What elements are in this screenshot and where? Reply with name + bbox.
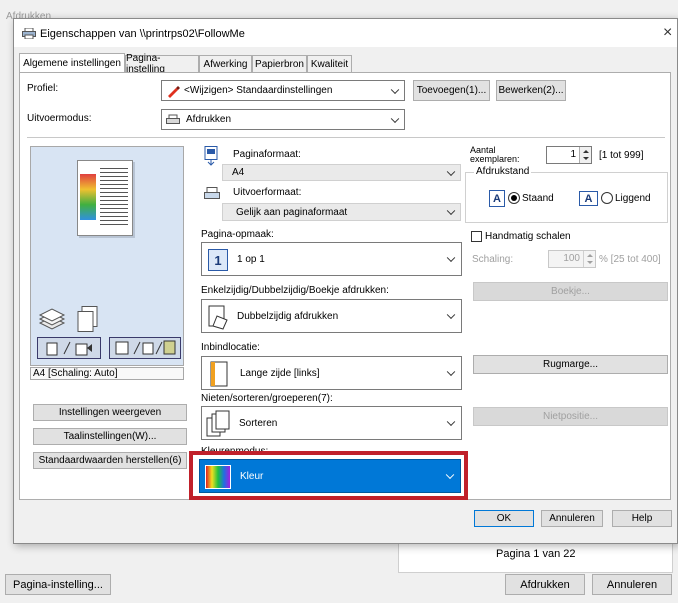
gutter-button[interactable]: Rugmarge...	[473, 355, 668, 374]
collate-value: Sorteren	[239, 418, 278, 429]
chevron-down-icon	[446, 310, 456, 320]
manual-scale-label: Handmatig schalen	[485, 231, 571, 242]
scaling-spin-buttons[interactable]	[583, 251, 595, 267]
booklet-button[interactable]: Boekje...	[473, 282, 668, 301]
profile-label: Profiel:	[27, 83, 59, 94]
pencil-icon	[166, 84, 180, 98]
landscape-radio[interactable]	[601, 192, 613, 204]
output-size-icon	[204, 187, 220, 201]
output-method-value: Afdrukken	[186, 114, 232, 125]
tab-general[interactable]: Algemene instellingen	[19, 53, 125, 72]
duplex-value: Dubbelzijdig afdrukken	[237, 311, 339, 322]
cancel-button[interactable]: Annuleren	[541, 510, 603, 527]
binding-value: Lange zijde [links]	[240, 368, 320, 379]
copies-spin-buttons[interactable]	[579, 147, 591, 163]
printer-icon	[22, 27, 36, 40]
tab-quality[interactable]: Kwaliteit	[307, 55, 352, 72]
tab-paper-source[interactable]: Papierbron	[252, 55, 307, 72]
profile-value: <Wijzigen> Standaardinstellingen	[184, 85, 333, 96]
staple-position-button[interactable]: Nietpositie...	[473, 407, 668, 426]
collate-combo[interactable]: Sorteren	[201, 406, 462, 440]
output-method-combo[interactable]: Afdrukken	[161, 109, 405, 130]
page-layout-combo[interactable]: 1 1 op 1	[201, 242, 462, 276]
restore-defaults-button[interactable]: Standaardwaarden herstellen(6)	[33, 452, 187, 469]
copies-label: Aantal exemplaren:	[470, 145, 520, 164]
orientation-group-label: Afdrukstand	[474, 166, 532, 177]
duplex-icon	[207, 304, 229, 330]
add-profile-button[interactable]: Toevoegen(1)...	[413, 80, 490, 101]
output-size-label: Uitvoerformaat:	[233, 187, 302, 198]
scaling-label: Schaling:	[472, 254, 514, 265]
output-size-value: Gelijk aan paginaformaat	[236, 206, 348, 218]
paper-stack-icon	[38, 303, 66, 333]
portrait-radio[interactable]	[508, 192, 520, 204]
color-mode-value: Kleur	[240, 471, 264, 482]
separator	[27, 137, 665, 138]
collate-icon	[206, 410, 230, 438]
page-layout-label: Pagina-opmaak:	[201, 229, 274, 240]
binding-label: Inbindlocatie:	[201, 342, 260, 353]
scaling-value: 100	[563, 253, 580, 264]
duplex-label: Enkelzijdig/Dubbelzijdig/Boekje afdrukke…	[201, 285, 389, 296]
chevron-down-icon	[446, 206, 456, 216]
binding-icon	[210, 361, 228, 387]
chevron-down-icon	[445, 470, 455, 480]
duplex-layout-button-2[interactable]	[109, 337, 181, 359]
page-layout-value: 1 op 1	[237, 254, 265, 265]
chevron-down-icon	[446, 367, 456, 377]
page-size-icon	[204, 146, 218, 166]
landscape-icon: A	[579, 191, 598, 206]
scaling-spinner[interactable]: 100	[548, 250, 596, 268]
preview-status: A4 [Schaling: Auto]	[30, 367, 184, 380]
color-mode-combo[interactable]: Kleur	[199, 459, 461, 493]
portrait-label: Staand	[522, 193, 554, 204]
binding-combo[interactable]: Lange zijde [links]	[201, 356, 462, 390]
chevron-down-icon	[446, 167, 456, 176]
landscape-label: Liggend	[615, 193, 651, 204]
tab-finishing[interactable]: Afwerking	[199, 55, 252, 72]
help-button[interactable]: Help	[612, 510, 672, 527]
page-size-label: Paginaformaat:	[233, 149, 301, 160]
background-cancel-button[interactable]: Annuleren	[592, 574, 672, 595]
print-button[interactable]: Afdrukken	[505, 574, 585, 595]
page-size-value: A4	[232, 167, 245, 178]
manual-scale-checkbox[interactable]	[471, 231, 482, 242]
portrait-icon: A	[489, 190, 505, 207]
chevron-down-icon	[446, 417, 456, 427]
edit-profile-button[interactable]: Bewerken(2)...	[496, 80, 566, 101]
page-size-combo[interactable]: A4	[222, 164, 461, 181]
close-icon[interactable]: ×	[663, 24, 672, 42]
page-setup-button[interactable]: Pagina-instelling...	[5, 574, 111, 595]
color-gradient-icon	[205, 465, 231, 489]
copies-value: 1	[570, 149, 576, 160]
output-size-combo[interactable]: Gelijk aan paginaformaat	[222, 203, 461, 221]
page-layout-icon: 1	[208, 249, 228, 271]
language-settings-button[interactable]: Taalinstellingen(W)...	[33, 428, 187, 445]
chevron-down-icon	[390, 85, 400, 94]
scaling-range: % [25 tot 400]	[599, 254, 661, 265]
copies-spinner[interactable]: 1	[546, 146, 592, 164]
collate-label: Nieten/sorteren/groeperen(7):	[201, 393, 333, 404]
tab-page-setup[interactable]: Pagina-instelling	[125, 53, 199, 75]
ok-button[interactable]: OK	[474, 510, 534, 527]
dialog-title: Eigenschappen van \\printrps02\FollowMe	[40, 28, 245, 40]
preview-page-image	[80, 174, 96, 220]
copies-icon	[76, 306, 100, 332]
duplex-layout-button-1[interactable]	[37, 337, 101, 359]
show-settings-button[interactable]: Instellingen weergeven	[33, 404, 187, 421]
copies-range: [1 tot 999]	[599, 150, 644, 161]
output-method-label: Uitvoermodus:	[27, 113, 92, 124]
preview-page-lines	[100, 168, 128, 228]
profile-combo[interactable]: <Wijzigen> Standaardinstellingen	[161, 80, 405, 101]
printer-icon	[166, 114, 180, 126]
page-indicator: Pagina 1 van 22	[496, 548, 576, 560]
chevron-down-icon	[446, 253, 456, 263]
chevron-down-icon	[390, 114, 400, 123]
duplex-combo[interactable]: Dubbelzijdig afdrukken	[201, 299, 462, 333]
